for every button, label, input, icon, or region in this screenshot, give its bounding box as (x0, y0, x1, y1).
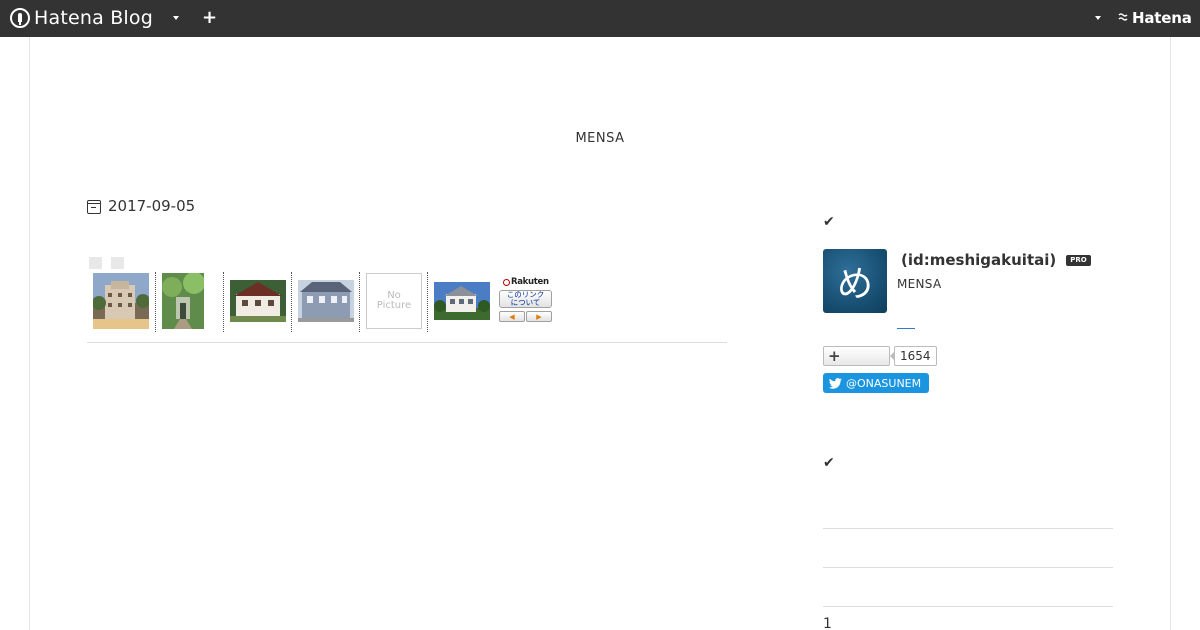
profile-description: MENSA (897, 277, 942, 291)
hatena-logo-text: Hatena (1132, 9, 1192, 27)
archive-item[interactable]: 1 (823, 616, 832, 630)
rakuten-separator (155, 272, 156, 332)
no-picture-text: Picture (376, 300, 412, 311)
twitter-follow-button[interactable]: @ONASUNEM (823, 373, 929, 393)
rakuten-separator (427, 272, 428, 332)
rakuten-next-button[interactable]: ▶ (526, 311, 552, 322)
about-this-link-button[interactable]: このリンク について (499, 290, 552, 308)
rakuten-logo[interactable]: Rakuten (503, 277, 553, 287)
hotel-building-image (93, 273, 149, 329)
rakuten-product-thumbnail[interactable] (230, 273, 286, 329)
rakuten-side-panel: Rakuten このリンク について ◀ ▶ (499, 277, 553, 322)
avatar-character: め (836, 264, 873, 305)
about-this-link-line2: について (510, 298, 541, 307)
hatena-wave-icon (1118, 12, 1130, 25)
follower-count[interactable]: 1654 (890, 346, 937, 366)
quote-mark-icon (89, 257, 102, 269)
archive-divider (823, 567, 1113, 568)
archive-divider (823, 528, 1113, 529)
hatena-logo[interactable]: Hatena (1118, 9, 1192, 27)
hatena-blog-logo-icon (10, 8, 30, 28)
no-picture-placeholder: No Picture (366, 273, 422, 329)
rakuten-product-thumbnail[interactable] (162, 273, 204, 329)
garden-path-image (162, 273, 204, 329)
entry-date-text: 2017-09-05 (108, 197, 196, 215)
user-menu-caret-icon[interactable] (1095, 16, 1101, 20)
pro-badge: PRO (1066, 255, 1091, 266)
rakuten-separator (359, 272, 360, 332)
rakuten-product-thumbnail[interactable] (93, 273, 149, 329)
rakuten-prev-button[interactable]: ◀ (499, 311, 525, 322)
hatena-blog-logo-text: Hatena Blog (34, 7, 153, 29)
profile-id[interactable]: (id:meshigakuitai) (901, 251, 1056, 269)
hatena-blog-logo[interactable]: Hatena Blog (10, 7, 153, 29)
white-villa-image (434, 282, 490, 320)
rakuten-product-thumbnail[interactable] (298, 273, 354, 329)
rakuten-product-thumbnail[interactable] (434, 273, 490, 329)
rakuten-separator (223, 272, 224, 332)
rakuten-product-thumbnail[interactable]: No Picture (366, 273, 422, 329)
follow-button[interactable]: + (823, 346, 890, 366)
blog-title[interactable]: MENSA (0, 131, 1200, 146)
global-header: Hatena Blog + Hatena (0, 0, 1200, 37)
quote-marks (89, 257, 124, 269)
entry-date[interactable]: 2017-09-05 (87, 197, 195, 215)
rakuten-widget: No Picture Rakuten このリンク について ◀ ▶ (87, 270, 727, 332)
archive-divider (823, 606, 1113, 607)
quote-mark-icon (111, 257, 124, 269)
calendar-icon (87, 199, 101, 214)
blog-menu-caret-icon[interactable] (173, 16, 179, 20)
plus-icon: + (828, 347, 841, 365)
rakuten-nav: ◀ ▶ (499, 311, 553, 322)
profile-read-more-link[interactable] (897, 328, 915, 329)
check-icon: ✔ (823, 214, 835, 230)
check-icon: ✔ (823, 455, 835, 471)
twitter-handle: @ONASUNEM (846, 376, 922, 390)
rakuten-logo-text: Rakuten (511, 277, 549, 287)
rakuten-logo-icon (503, 278, 510, 286)
rakuten-separator (291, 272, 292, 332)
avatar[interactable]: め (823, 249, 887, 313)
entry-divider (87, 342, 727, 343)
blue-house-image (298, 280, 354, 322)
tudor-house-image (230, 280, 286, 322)
twitter-bird-icon (829, 377, 842, 389)
new-entry-plus-icon[interactable]: + (202, 8, 217, 28)
page-frame (29, 37, 1171, 630)
